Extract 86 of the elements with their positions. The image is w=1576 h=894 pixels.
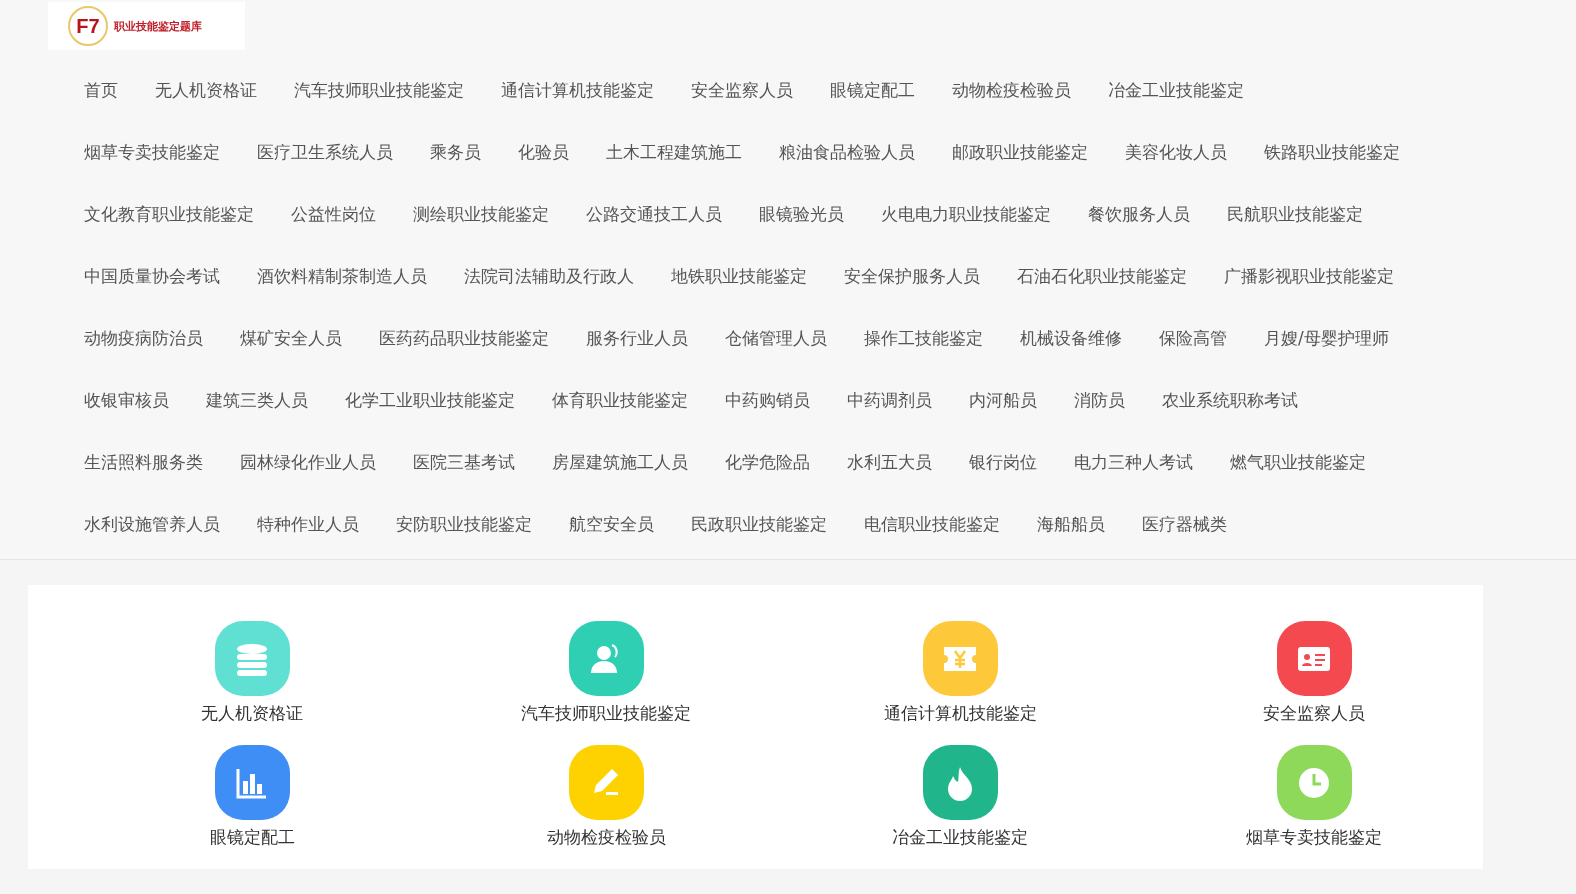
nav-link[interactable]: 医疗器械类 <box>1142 512 1227 536</box>
nav-link[interactable]: 房屋建筑施工人员 <box>552 450 688 474</box>
nav-link[interactable]: 中国质量协会考试 <box>84 264 220 288</box>
nav-link[interactable]: 烟草专卖技能鉴定 <box>84 140 220 164</box>
nav-link[interactable]: 煤矿安全人员 <box>240 326 342 350</box>
nav-link[interactable]: 收银审核员 <box>84 388 169 412</box>
logo-mark: F7 <box>68 6 108 46</box>
nav-link[interactable]: 文化教育职业技能鉴定 <box>84 202 254 226</box>
nav-link[interactable]: 服务行业人员 <box>586 326 688 350</box>
nav-link[interactable]: 邮政职业技能鉴定 <box>952 140 1088 164</box>
ticket-icon[interactable] <box>922 621 998 696</box>
nav-link[interactable]: 化验员 <box>518 140 569 164</box>
nav-link[interactable]: 建筑三类人员 <box>206 388 308 412</box>
nav-link[interactable]: 化学工业职业技能鉴定 <box>345 388 515 412</box>
nav-link[interactable]: 保险高管 <box>1159 326 1227 350</box>
logo[interactable]: F7 职业技能鉴定题库 <box>48 2 245 50</box>
nav-link[interactable]: 民政职业技能鉴定 <box>691 512 827 536</box>
nav-link[interactable]: 电力三种人考试 <box>1074 450 1193 474</box>
nav-link[interactable]: 动物疫病防治员 <box>84 326 203 350</box>
chart-icon[interactable] <box>214 745 290 820</box>
nav-link[interactable]: 美容化妆人员 <box>1125 140 1227 164</box>
nav-link[interactable]: 银行岗位 <box>969 450 1037 474</box>
edit-icon[interactable] <box>568 745 644 820</box>
nav-link[interactable]: 酒饮料精制茶制造人员 <box>257 264 427 288</box>
nav-link[interactable]: 汽车技师职业技能鉴定 <box>294 78 464 102</box>
logo-name: 职业技能鉴定题库 <box>114 18 202 34</box>
nav-link[interactable]: 水利设施管养人员 <box>84 512 220 536</box>
nav-link[interactable]: 通信计算机技能鉴定 <box>501 78 654 102</box>
nav-link[interactable]: 铁路职业技能鉴定 <box>1264 140 1400 164</box>
nav-link[interactable]: 燃气职业技能鉴定 <box>1230 450 1366 474</box>
nav-link[interactable]: 广播影视职业技能鉴定 <box>1224 264 1394 288</box>
nav-link[interactable]: 地铁职业技能鉴定 <box>671 264 807 288</box>
nav-link[interactable]: 法院司法辅助及行政人 <box>464 264 634 288</box>
nav-link[interactable]: 农业系统职称考试 <box>1162 388 1298 412</box>
nav-link[interactable]: 体育职业技能鉴定 <box>552 388 688 412</box>
nav-link[interactable]: 电信职业技能鉴定 <box>864 512 1000 536</box>
category-label[interactable]: 无人机资格证 <box>201 702 303 725</box>
nav-link[interactable]: 化学危险品 <box>725 450 810 474</box>
nav-link[interactable]: 土木工程建筑施工 <box>606 140 742 164</box>
nav-link[interactable]: 石油石化职业技能鉴定 <box>1017 264 1187 288</box>
nav-link[interactable]: 医疗卫生系统人员 <box>257 140 393 164</box>
nav-link[interactable]: 海船船员 <box>1037 512 1105 536</box>
nav-link[interactable]: 无人机资格证 <box>155 78 257 102</box>
flame-icon[interactable] <box>922 745 998 820</box>
nav-link[interactable]: 安全保护服务人员 <box>844 264 980 288</box>
category-label[interactable]: 汽车技师职业技能鉴定 <box>521 702 691 725</box>
nav-link[interactable]: 内河船员 <box>969 388 1037 412</box>
nav-link[interactable]: 眼镜定配工 <box>830 78 915 102</box>
user-icon[interactable] <box>568 621 644 696</box>
nav-link[interactable]: 消防员 <box>1074 388 1125 412</box>
nav-link[interactable]: 月嫂/母婴护理师 <box>1264 326 1389 350</box>
idcard-icon[interactable] <box>1276 621 1352 696</box>
nav-link[interactable]: 中药调剂员 <box>847 388 932 412</box>
category-label[interactable]: 冶金工业技能鉴定 <box>892 826 1028 849</box>
nav-link[interactable]: 医药药品职业技能鉴定 <box>379 326 549 350</box>
nav-link[interactable]: 操作工技能鉴定 <box>864 326 983 350</box>
nav-link[interactable]: 公益性岗位 <box>291 202 376 226</box>
category-label[interactable]: 安全监察人员 <box>1263 702 1365 725</box>
nav-link[interactable]: 公路交通技工人员 <box>586 202 722 226</box>
nav-link[interactable]: 安全监察人员 <box>691 78 793 102</box>
nav-link[interactable]: 民航职业技能鉴定 <box>1227 202 1363 226</box>
nav-link[interactable]: 中药购销员 <box>725 388 810 412</box>
nav-link[interactable]: 首页 <box>84 78 118 102</box>
nav-link[interactable]: 机械设备维修 <box>1020 326 1122 350</box>
nav-link[interactable]: 安防职业技能鉴定 <box>396 512 532 536</box>
nav-link[interactable]: 动物检疫检验员 <box>952 78 1071 102</box>
nav-link[interactable]: 特种作业人员 <box>257 512 359 536</box>
category-label[interactable]: 通信计算机技能鉴定 <box>883 702 1037 725</box>
nav-link[interactable]: 乘务员 <box>430 140 481 164</box>
nav-link[interactable]: 眼镜验光员 <box>759 202 844 226</box>
nav-link[interactable]: 餐饮服务人员 <box>1088 202 1190 226</box>
clock-icon[interactable] <box>1276 745 1352 820</box>
database-icon[interactable] <box>214 621 290 696</box>
nav-link[interactable]: 粮油食品检验人员 <box>779 140 915 164</box>
nav-link[interactable]: 水利五大员 <box>847 450 932 474</box>
nav-link[interactable]: 医院三基考试 <box>413 450 515 474</box>
nav-link[interactable]: 冶金工业技能鉴定 <box>1108 78 1244 102</box>
nav-link[interactable]: 测绘职业技能鉴定 <box>413 202 549 226</box>
category-label[interactable]: 烟草专卖技能鉴定 <box>1246 826 1382 849</box>
nav-link[interactable]: 生活照料服务类 <box>84 450 203 474</box>
nav-link[interactable]: 园林绿化作业人员 <box>240 450 376 474</box>
category-label[interactable]: 动物检疫检验员 <box>546 826 666 849</box>
nav-link[interactable]: 仓储管理人员 <box>725 326 827 350</box>
nav-link[interactable]: 火电电力职业技能鉴定 <box>881 202 1051 226</box>
category-label[interactable]: 眼镜定配工 <box>209 826 295 849</box>
nav-link[interactable]: 航空安全员 <box>569 512 654 536</box>
